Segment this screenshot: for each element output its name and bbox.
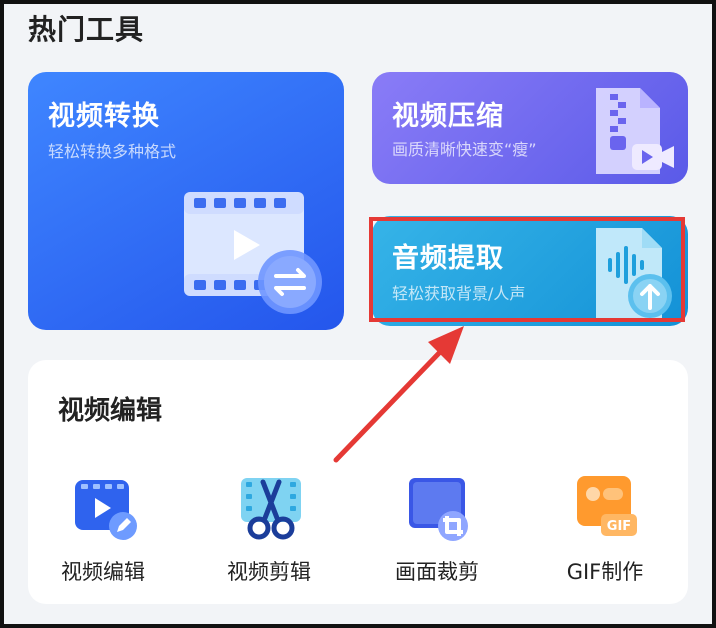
video-convert-title: 视频转换 — [48, 101, 160, 132]
video-compress-card[interactable]: 视频压缩 画质清晰快速变“瘦” — [372, 72, 688, 184]
zip-file-icon — [596, 88, 674, 174]
tool-video-cut-label: 视频剪辑 — [227, 560, 311, 584]
video-edit-panel: 视频编辑 视频编辑 视频剪辑 画面裁剪 GIF GIF制作 — [28, 360, 688, 604]
video-convert-card[interactable]: 视频转换 轻松转换多种格式 — [28, 72, 344, 330]
audio-file-icon — [596, 228, 672, 320]
tool-gif-maker-label: GIF制作 — [566, 560, 644, 584]
video-compress-title: 视频压缩 — [392, 101, 504, 132]
video-convert-subtitle: 轻松转换多种格式 — [48, 142, 177, 161]
audio-extract-title: 音频提取 — [392, 243, 504, 274]
audio-extract-card[interactable]: 音频提取 轻松获取背景/人声 — [372, 216, 688, 326]
crop-icon — [409, 478, 468, 541]
gif-icon: GIF — [577, 476, 637, 536]
video-edit-panel-title: 视频编辑 — [58, 396, 163, 426]
tool-gif-maker[interactable]: GIF GIF制作 — [540, 474, 670, 594]
video-edit-icon — [75, 480, 137, 540]
scissors-icon — [241, 478, 301, 540]
tool-video-edit-label: 视频编辑 — [61, 560, 145, 584]
tool-crop[interactable]: 画面裁剪 — [372, 474, 502, 594]
tool-video-edit[interactable]: 视频编辑 — [38, 474, 168, 594]
gif-badge-text: GIF — [607, 519, 631, 534]
tool-crop-label: 画面裁剪 — [395, 560, 479, 584]
screen-frame: 热门工具 视频转换 轻松转换多种格式 视频压缩 画质清晰快速变“瘦” 音频提取 … — [0, 0, 716, 628]
video-compress-subtitle: 画质清晰快速变“瘦” — [392, 140, 537, 159]
tool-video-cut[interactable]: 视频剪辑 — [204, 474, 334, 594]
film-convert-icon — [184, 192, 322, 314]
audio-extract-subtitle: 轻松获取背景/人声 — [392, 284, 526, 303]
section-title: 热门工具 — [28, 13, 145, 46]
